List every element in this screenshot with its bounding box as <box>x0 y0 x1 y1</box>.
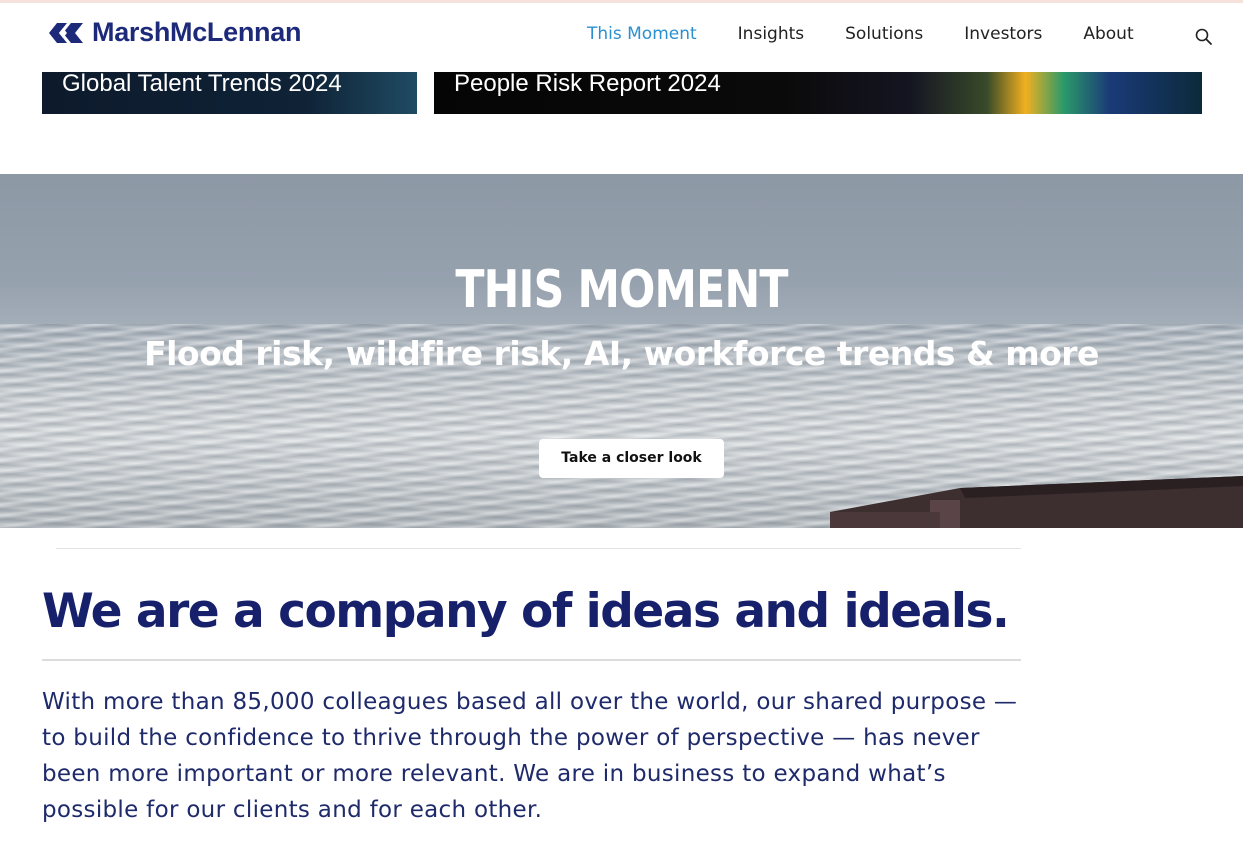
section-divider <box>56 548 1021 549</box>
take-a-closer-look-button[interactable]: Take a closer look <box>539 439 724 478</box>
hero-subtitle: Flood risk, wildfire risk, AI, workforce… <box>144 334 1099 373</box>
brand-mark-icon <box>49 22 83 43</box>
main-nav: This Moment Insights Solutions Investors… <box>587 23 1175 45</box>
brand-logo[interactable]: MarshMcLennan <box>47 17 301 48</box>
hero-title: THIS MOMENT <box>455 260 788 320</box>
card-global-talent-trends[interactable]: Global Talent Trends 2024 <box>42 72 417 114</box>
site-header: MarshMcLennan This Moment Insights Solut… <box>0 3 1243 72</box>
headline-divider <box>42 659 1021 661</box>
nav-item-about[interactable]: About <box>1083 23 1133 45</box>
search-icon[interactable] <box>1194 27 1214 47</box>
brand-name: MarshMcLennan <box>92 17 302 47</box>
hero-pier-image <box>830 476 1243 528</box>
card-title: People Risk Report 2024 <box>454 72 721 97</box>
card-people-risk-report[interactable]: People Risk Report 2024 <box>434 72 1202 114</box>
card-title: Global Talent Trends 2024 <box>62 72 342 97</box>
intro-headline: We are a company of ideas and ideals. <box>42 584 1010 639</box>
intro-body: With more than 85,000 colleagues based a… <box>42 689 1018 823</box>
nav-item-investors[interactable]: Investors <box>964 23 1042 45</box>
nav-item-insights[interactable]: Insights <box>738 23 804 45</box>
nav-item-this-moment[interactable]: This Moment <box>587 23 697 45</box>
nav-item-solutions[interactable]: Solutions <box>845 23 923 45</box>
hero-banner: THIS MOMENT Flood risk, wildfire risk, A… <box>0 174 1243 528</box>
